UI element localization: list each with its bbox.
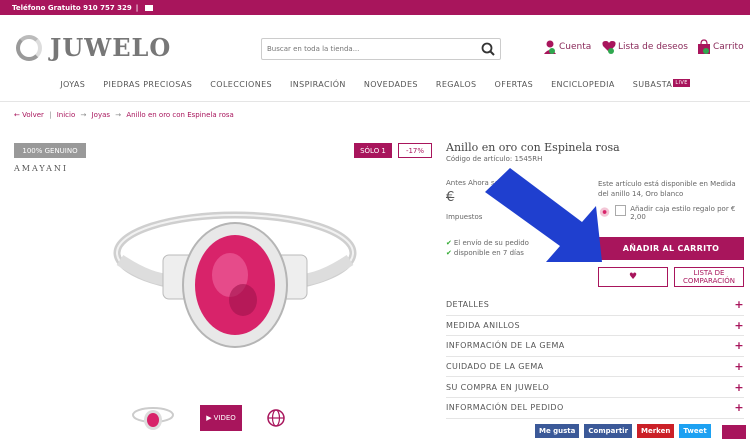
product-title: Anillo en oro con Espinela rosa	[446, 141, 620, 154]
breadcrumb-arrow: →	[80, 111, 87, 119]
plus-icon: +	[734, 360, 744, 374]
header-divider	[0, 101, 750, 102]
accordion-label: INFORMACIÓN DEL PEDIDO	[446, 403, 564, 413]
accordion-cuidado-gema[interactable]: CUIDADO DE LA GEMA +	[446, 357, 744, 378]
breadcrumb: ← Volver | Inicio → Joyas → Anillo en or…	[14, 111, 234, 119]
check-icon: ✔	[446, 239, 452, 247]
gift-box-checkbox[interactable]	[615, 205, 627, 216]
nav-item-subasta-label: SUBASTA	[632, 80, 673, 89]
share-button[interactable]: Compartir	[584, 424, 633, 438]
wishlist-label: Lista de deseos	[618, 42, 688, 52]
plus-icon: +	[734, 298, 744, 312]
nav-item-novedades[interactable]: NOVEDADES	[364, 80, 418, 98]
accordion-informacion-pedido[interactable]: INFORMACIÓN DEL PEDIDO +	[446, 398, 744, 419]
video-label: VIDEO	[213, 414, 236, 422]
accordion-label: INFORMACIÓN DE LA GEMA	[446, 341, 565, 351]
live-badge: LIVE	[673, 79, 690, 87]
shipping-line-2: disponible en 7 días	[453, 249, 524, 257]
account-label: Cuenta	[559, 42, 592, 52]
check-icon: ✔	[446, 249, 452, 257]
breadcrumb-home[interactable]: Inicio	[57, 111, 76, 119]
accordion-label: CUIDADO DE LA GEMA	[446, 362, 544, 372]
accordion-medida-anillos[interactable]: MEDIDA ANILLOS +	[446, 316, 744, 337]
add-to-cart-button[interactable]: AÑADIR AL CARRITO	[598, 237, 744, 260]
nav-item-inspiracion[interactable]: INSPIRACIÓN	[290, 80, 346, 98]
brand-label[interactable]: AMAYANI	[14, 164, 68, 173]
genuine-badge: 100% GENUINO	[14, 143, 86, 158]
price-old: €	[446, 190, 455, 205]
user-icon	[544, 40, 556, 54]
top-bar: Teléfono Gratuito 910 757 329 |	[0, 0, 750, 15]
tweet-button[interactable]: Tweet	[679, 424, 711, 438]
accordion-label: MEDIDA ANILLOS	[446, 320, 520, 330]
product-image[interactable]	[105, 205, 365, 375]
accordion-label: DETALLES	[446, 300, 490, 310]
cart-label: Carrito	[713, 42, 744, 52]
globe-icon[interactable]	[266, 408, 286, 428]
breadcrumb-arrow-2: →	[115, 111, 122, 119]
logo-text: JUWELO	[50, 33, 172, 62]
nav-item-piedras-preciosas[interactable]: PIEDRAS PRECIOSAS	[103, 80, 192, 98]
chat-icon[interactable]	[722, 425, 746, 439]
gift-box-label: Añadir caja estilo regalo por € 2,00	[630, 205, 736, 221]
logo[interactable]: JUWELO	[16, 33, 171, 62]
nav-item-colecciones[interactable]: COLECCIONES	[210, 80, 272, 98]
plus-icon: +	[734, 339, 744, 353]
discount-badge: -17%	[398, 143, 432, 158]
wishlist-link[interactable]: Lista de deseos	[602, 39, 688, 55]
cart-link[interactable]: Carrito	[697, 39, 744, 55]
pinterest-button[interactable]: Merken	[637, 424, 675, 438]
main-nav: JOYAS PIEDRAS PRECIOSAS COLECCIONES INSP…	[0, 79, 750, 98]
nav-item-subasta[interactable]: SUBASTA LIVE	[632, 79, 690, 98]
gift-box-icon	[599, 207, 610, 217]
accordion-informacion-gema[interactable]: INFORMACIÓN DE LA GEMA +	[446, 336, 744, 357]
plus-icon: +	[734, 401, 744, 415]
phone-text[interactable]: Teléfono Gratuito 910 757 329	[12, 4, 132, 12]
breadcrumb-sep: |	[49, 111, 52, 119]
tax-text: Impuestos	[446, 213, 483, 221]
price-labels: Antes Ahora solo	[446, 179, 506, 187]
heart-icon: ♥	[628, 272, 638, 282]
breadcrumb-back[interactable]: ← Volver	[14, 111, 44, 119]
nav-item-joyas[interactable]: JOYAS	[60, 80, 85, 98]
logo-ring-icon	[16, 34, 42, 61]
play-icon: ▶	[206, 414, 212, 422]
account-link[interactable]: Cuenta	[543, 39, 591, 55]
video-thumbnail[interactable]: ▶ VIDEO	[200, 405, 242, 431]
info-accordion: DETALLES + MEDIDA ANILLOS + INFORMACIÓN DE…	[446, 295, 744, 419]
accordion-su-compra[interactable]: SU COMPRA EN JUWELO +	[446, 377, 744, 398]
nav-item-regalos[interactable]: REGALOS	[436, 80, 477, 98]
add-to-wishlist-button[interactable]: ♥	[598, 267, 668, 287]
search-input[interactable]	[261, 38, 501, 60]
mail-icon[interactable]	[145, 4, 154, 11]
thumbnail-strip: ▶ VIDEO	[130, 405, 286, 431]
accordion-label: SU COMPRA EN JUWELO	[446, 382, 550, 392]
site-header: JUWELO Cuenta Lista de deseos Carrito	[0, 15, 750, 80]
shipping-line-1: El envío de su pedido	[453, 239, 529, 247]
compare-button[interactable]: LISTA DE COMPARACIÓN	[674, 267, 744, 287]
social-buttons: Me gusta Compartir Merken Tweet	[535, 424, 711, 438]
shipping-info: ✔ El envío de su pedido ✔ disponible en 7 …	[446, 238, 529, 258]
availability-text: Este artículo está disponible en Medida …	[598, 180, 736, 198]
accordion-detalles[interactable]: DETALLES +	[446, 295, 744, 316]
breadcrumb-current: Anillo en oro con Espinela rosa	[126, 111, 234, 119]
nav-item-enciclopedia[interactable]: ENCICLOPEDIA	[551, 80, 615, 98]
plus-icon: +	[734, 380, 744, 394]
product-code: Código de artículo: 1545RH	[446, 155, 543, 163]
thumbnail-ring[interactable]	[130, 405, 176, 431]
solo-badge: SÓLO 1	[354, 143, 392, 158]
breadcrumb-joyas[interactable]: Joyas	[92, 111, 110, 119]
heart-icon	[602, 41, 616, 54]
topbar-separator: |	[135, 3, 139, 12]
shopping-bag-icon	[698, 39, 710, 54]
search-icon[interactable]	[480, 41, 496, 57]
nav-item-ofertas[interactable]: OFERTAS	[495, 80, 534, 98]
facebook-like-button[interactable]: Me gusta	[535, 424, 580, 438]
gift-box-option: Añadir caja estilo regalo por € 2,00	[598, 205, 746, 221]
plus-icon: +	[734, 318, 744, 332]
